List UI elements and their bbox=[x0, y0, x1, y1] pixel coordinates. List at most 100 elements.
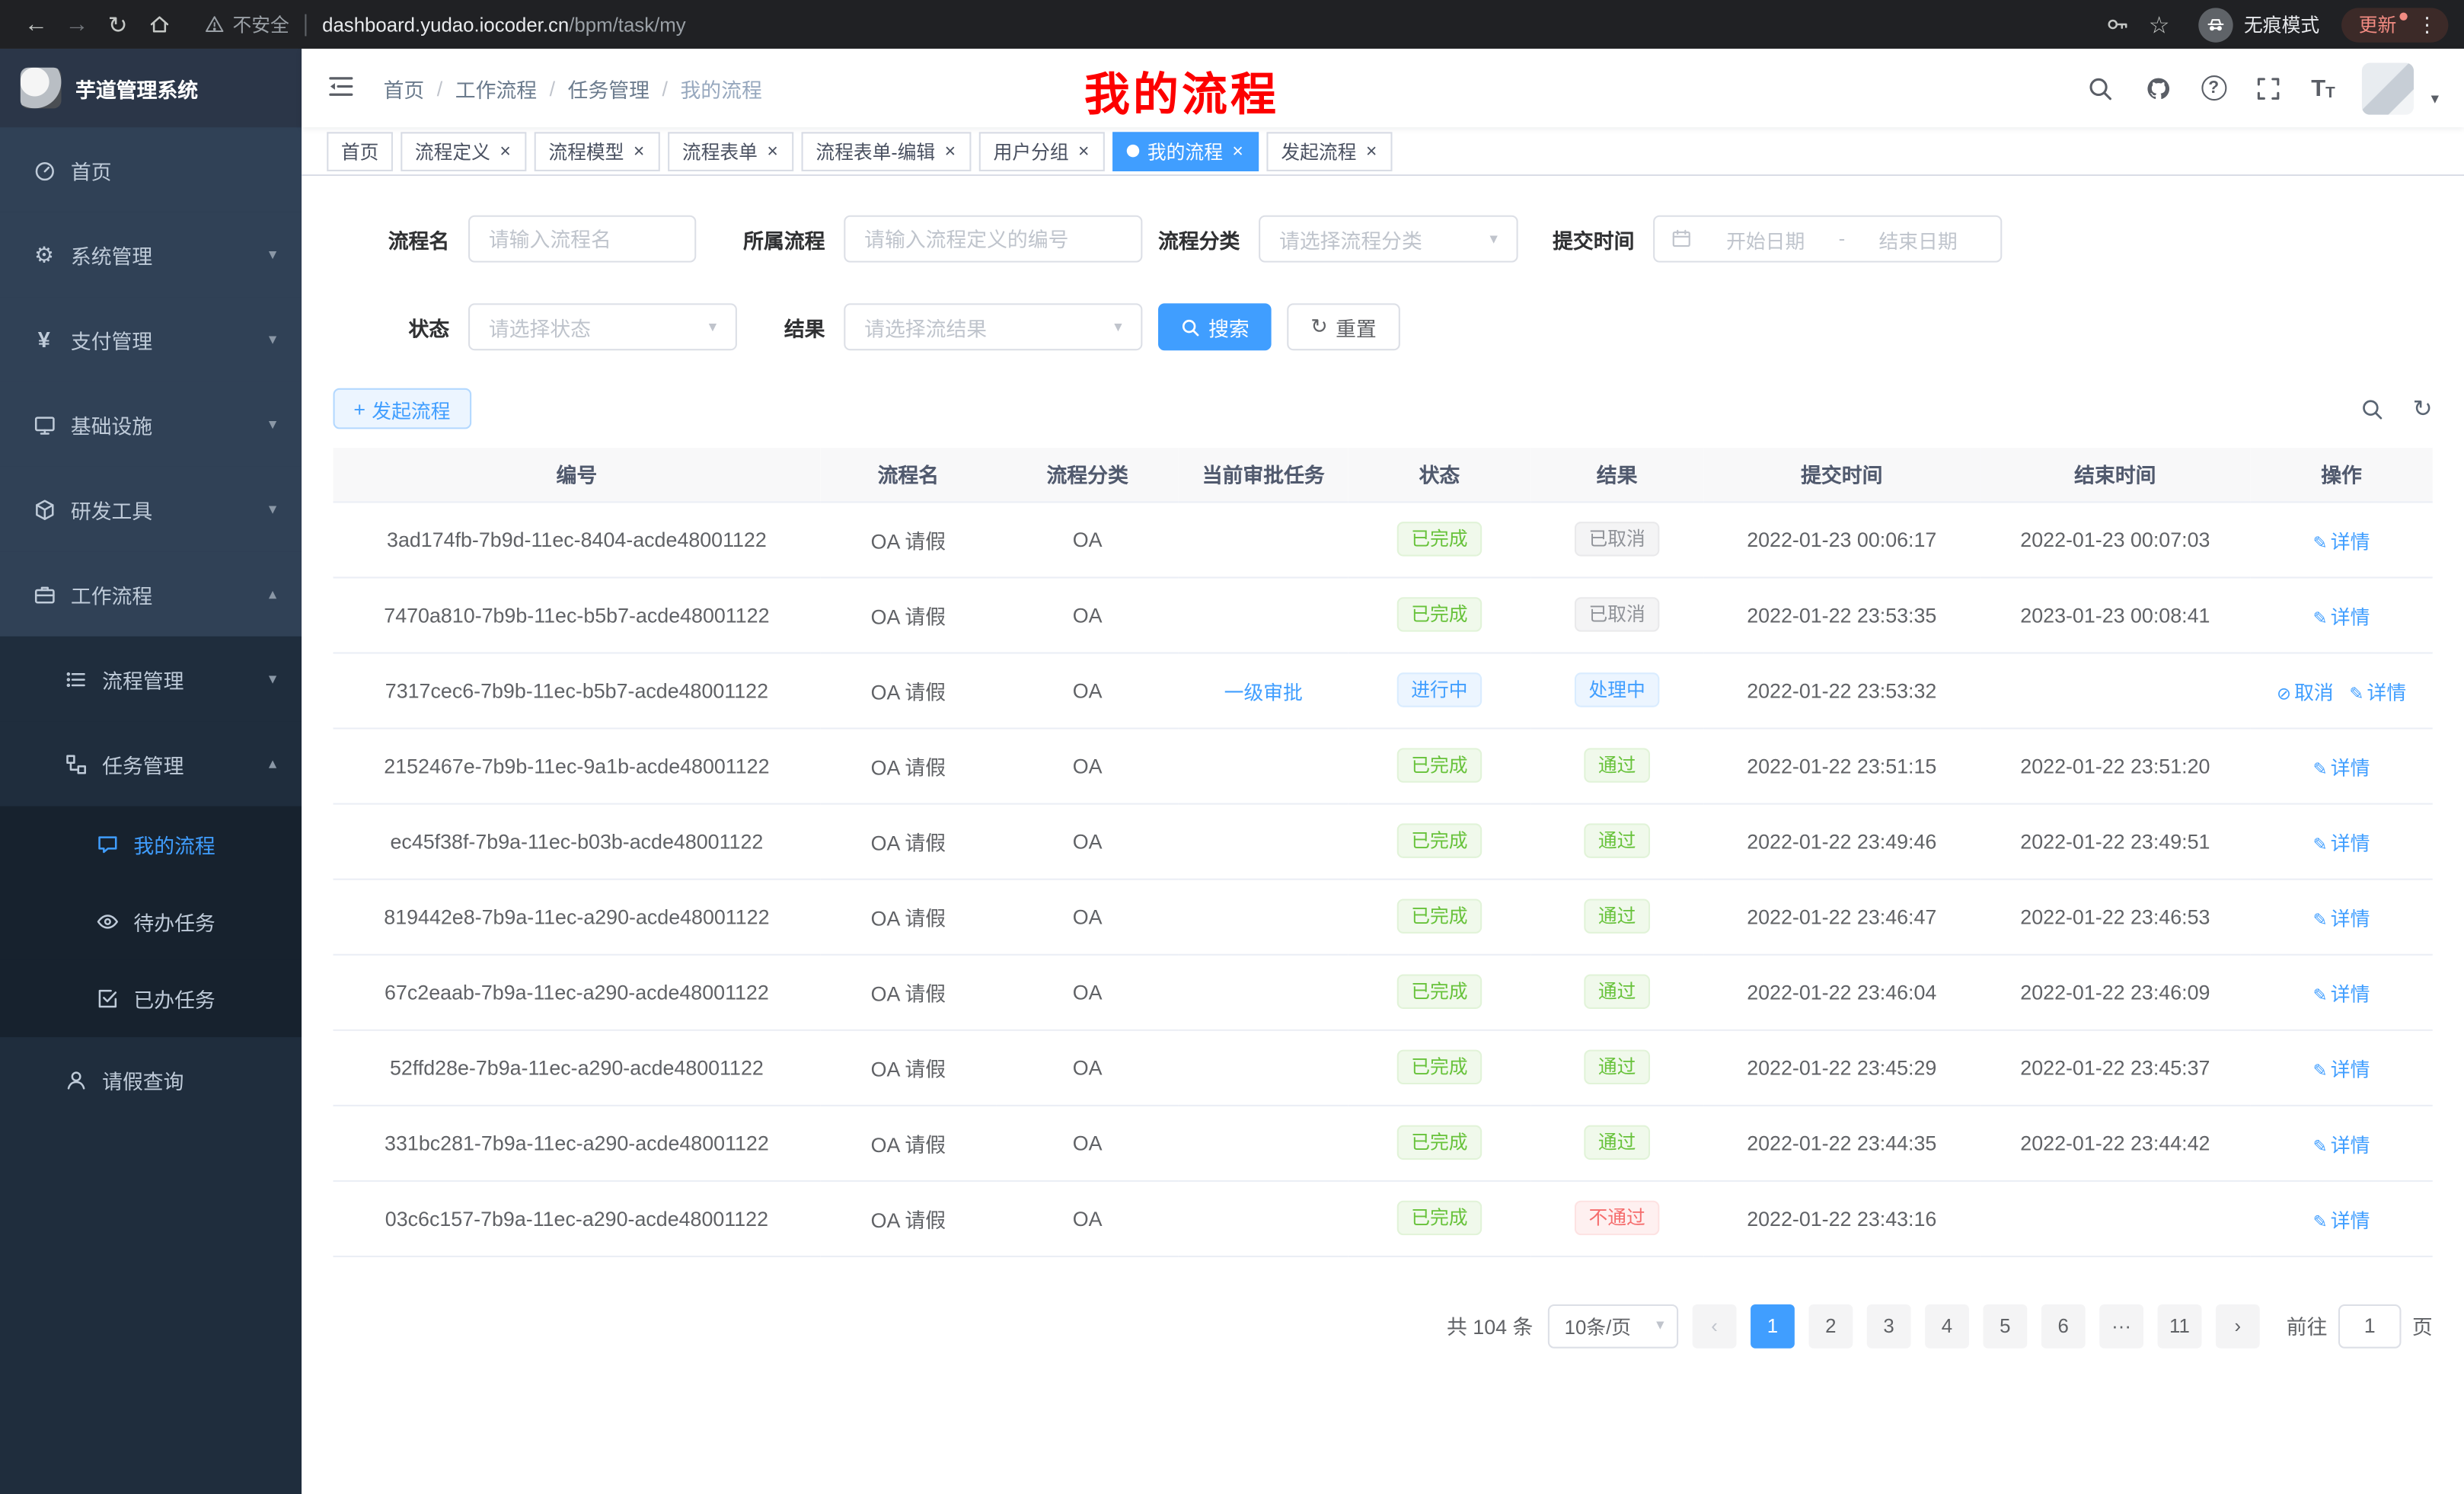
cell-submit-time: 2022-01-22 23:46:04 bbox=[1703, 954, 1980, 1030]
sidebar-item-6[interactable]: 流程管理▾ bbox=[0, 637, 302, 721]
detail-action[interactable]: ✎详情 bbox=[2313, 832, 2370, 854]
page-button-2[interactable]: 2 bbox=[1808, 1304, 1853, 1348]
cell-end-time: 2022-01-22 23:46:09 bbox=[1980, 954, 2250, 1030]
tab-6[interactable]: 我的流程× bbox=[1112, 131, 1259, 171]
column-header: 操作 bbox=[2250, 448, 2432, 501]
tab-1[interactable]: 流程定义× bbox=[401, 131, 526, 171]
detail-action[interactable]: ✎详情 bbox=[2313, 1134, 2370, 1156]
table-row: 819442e8-7b9a-11ec-a290-acde48001122OA 请… bbox=[334, 879, 2433, 954]
close-tab-icon[interactable]: × bbox=[498, 142, 512, 161]
app-title: 芋道管理系统 bbox=[75, 73, 198, 103]
cell-end-time: 2022-01-22 23:46:53 bbox=[1980, 879, 2250, 954]
bookmark-star-icon[interactable]: ☆ bbox=[2139, 4, 2180, 45]
sidebar-item-2[interactable]: ¥支付管理▾ bbox=[0, 297, 302, 381]
breadcrumb-item[interactable]: 首页 bbox=[384, 73, 425, 103]
sidebar-item-8[interactable]: 我的流程 bbox=[0, 806, 302, 883]
avatar[interactable] bbox=[2362, 62, 2414, 114]
detail-action[interactable]: ✎详情 bbox=[2313, 606, 2370, 628]
sidebar-toggle-icon[interactable] bbox=[327, 72, 358, 104]
detail-action[interactable]: ✎详情 bbox=[2349, 682, 2406, 704]
app-logo[interactable]: 芋道管理系统 bbox=[0, 49, 302, 127]
sidebar-item-5[interactable]: 工作流程▴ bbox=[0, 551, 302, 636]
tab-3[interactable]: 流程表单× bbox=[668, 131, 793, 171]
close-tab-icon[interactable]: × bbox=[1077, 142, 1091, 161]
filter-label-name: 流程名 bbox=[334, 224, 468, 254]
close-tab-icon[interactable]: × bbox=[632, 142, 646, 161]
category-select[interactable]: 请选择流程分类 ▾ bbox=[1259, 215, 1518, 263]
process-name-input[interactable] bbox=[468, 215, 696, 263]
chat-icon bbox=[94, 833, 120, 857]
back-icon[interactable]: ← bbox=[16, 4, 57, 45]
reload-icon[interactable]: ↻ bbox=[97, 4, 139, 45]
page-button-4[interactable]: 4 bbox=[1925, 1304, 1969, 1348]
page-button-3[interactable]: 3 bbox=[1867, 1304, 1911, 1348]
cell-id: 3ad174fb-7b9d-11ec-8404-acde48001122 bbox=[334, 501, 821, 576]
sidebar-item-10[interactable]: 已办任务 bbox=[0, 960, 302, 1037]
more-pages-icon[interactable]: ··· bbox=[2099, 1304, 2143, 1348]
close-tab-icon[interactable]: × bbox=[1230, 142, 1245, 161]
search-button[interactable]: 搜索 bbox=[1158, 303, 1272, 350]
page-button-11[interactable]: 11 bbox=[2158, 1304, 2202, 1348]
sidebar: 芋道管理系统 首页⚙系统管理▾¥支付管理▾基础设施▾研发工具▾工作流程▴流程管理… bbox=[0, 49, 302, 1494]
breadcrumb-item[interactable]: 任务管理 bbox=[568, 73, 650, 103]
key-icon[interactable] bbox=[2098, 4, 2139, 45]
tab-5[interactable]: 用户分组× bbox=[979, 131, 1105, 171]
reset-button[interactable]: ↻ 重置 bbox=[1287, 303, 1400, 350]
security-indicator[interactable]: 不安全 bbox=[204, 11, 289, 37]
cancel-action[interactable]: ⊘取消 bbox=[2277, 682, 2334, 704]
sidebar-item-11[interactable]: 请假查询 bbox=[0, 1037, 302, 1122]
detail-action[interactable]: ✎详情 bbox=[2313, 1058, 2370, 1081]
cell-process-name: OA 请假 bbox=[820, 1105, 996, 1180]
tab-4[interactable]: 流程表单-编辑× bbox=[802, 131, 972, 171]
tab-2[interactable]: 流程模型× bbox=[535, 131, 660, 171]
tab-0[interactable]: 首页 bbox=[327, 131, 393, 171]
detail-action[interactable]: ✎详情 bbox=[2313, 983, 2370, 1005]
page-jump-input[interactable] bbox=[2338, 1304, 2402, 1348]
close-tab-icon[interactable]: × bbox=[1364, 142, 1379, 161]
prev-page-button[interactable]: ‹ bbox=[1693, 1304, 1737, 1348]
fullscreen-icon[interactable] bbox=[2253, 72, 2284, 104]
result-select[interactable]: 请选择流结果 ▾ bbox=[844, 303, 1142, 350]
tab-7[interactable]: 发起流程× bbox=[1267, 131, 1393, 171]
create-process-button[interactable]: + 发起流程 bbox=[334, 388, 471, 429]
sidebar-item-9[interactable]: 待办任务 bbox=[0, 883, 302, 960]
current-task-link[interactable]: 一级审批 bbox=[1224, 682, 1303, 704]
search-icon[interactable] bbox=[2085, 72, 2116, 104]
close-tab-icon[interactable]: × bbox=[765, 142, 780, 161]
detail-action[interactable]: ✎详情 bbox=[2313, 908, 2370, 930]
update-button[interactable]: 更新 ⋮ bbox=[2341, 7, 2448, 41]
chevron-up-icon: ▴ bbox=[269, 586, 276, 603]
sidebar-item-3[interactable]: 基础设施▾ bbox=[0, 382, 302, 467]
chevron-down-icon[interactable]: ▾ bbox=[2431, 91, 2439, 114]
page-button-5[interactable]: 5 bbox=[1983, 1304, 2027, 1348]
search-toggle-icon[interactable] bbox=[2361, 397, 2385, 420]
home-icon[interactable] bbox=[139, 4, 180, 45]
page-size-select[interactable]: 10条/页 ▾ bbox=[1547, 1304, 1678, 1348]
detail-action[interactable]: ✎详情 bbox=[2313, 531, 2370, 553]
detail-action[interactable]: ✎详情 bbox=[2313, 1209, 2370, 1231]
page-button-6[interactable]: 6 bbox=[2041, 1304, 2086, 1348]
status-select[interactable]: 请选择状态 ▾ bbox=[468, 303, 737, 350]
process-definition-input[interactable] bbox=[844, 215, 1142, 263]
gear-icon: ⚙ bbox=[31, 244, 56, 266]
refresh-icon[interactable]: ↻ bbox=[2413, 394, 2433, 423]
sidebar-item-0[interactable]: 首页 bbox=[0, 127, 302, 212]
help-icon[interactable]: ? bbox=[2201, 75, 2226, 101]
page-button-1[interactable]: 1 bbox=[1751, 1304, 1795, 1348]
sidebar-item-1[interactable]: ⚙系统管理▾ bbox=[0, 212, 302, 297]
page-jumper: 前往 页 bbox=[2287, 1304, 2433, 1348]
forward-icon[interactable]: → bbox=[56, 4, 97, 45]
breadcrumb-item[interactable]: 工作流程 bbox=[455, 73, 537, 103]
breadcrumb-separator: / bbox=[437, 76, 442, 100]
close-tab-icon[interactable]: × bbox=[943, 142, 958, 161]
next-page-button[interactable]: › bbox=[2216, 1304, 2260, 1348]
font-size-icon[interactable]: TT bbox=[2311, 75, 2335, 101]
address-bar[interactable]: dashboard.yudao.iocoder.cn/bpm/task/my bbox=[322, 14, 686, 36]
menu-kebab-icon[interactable]: ⋮ bbox=[2417, 11, 2437, 37]
sidebar-item-7[interactable]: 任务管理▴ bbox=[0, 721, 302, 806]
sidebar-item-4[interactable]: 研发工具▾ bbox=[0, 467, 302, 551]
detail-action[interactable]: ✎详情 bbox=[2313, 757, 2370, 779]
github-icon[interactable] bbox=[2143, 72, 2174, 104]
tabs-bar: 首页流程定义×流程模型×流程表单×流程表单-编辑×用户分组×我的流程×发起流程× bbox=[302, 127, 2464, 176]
submit-time-range[interactable]: 开始日期 - 结束日期 bbox=[1653, 215, 2002, 263]
